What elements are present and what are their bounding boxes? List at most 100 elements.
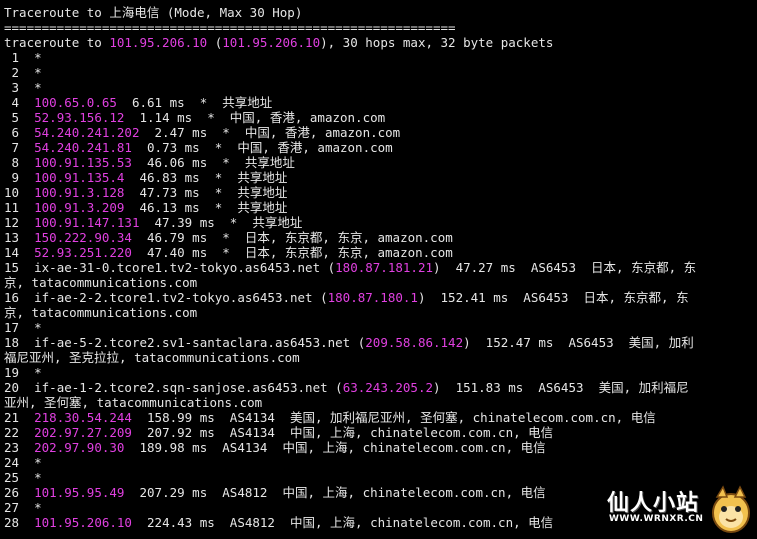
hop-number: 2 — [4, 65, 20, 80]
hop-details: 2.47 ms * 中国, 香港, amazon.com — [139, 125, 401, 140]
hop-row: 22 202.97.27.209 207.92 ms AS4134 中国, 上海… — [4, 425, 757, 440]
hop-details-continued: 京, tatacommunications.com — [4, 275, 198, 290]
hop-number: 19 — [4, 365, 20, 380]
watermark-url: WWW.WRNXR.CN — [609, 514, 704, 524]
hop-details: 189.98 ms AS4134 中国, 上海, chinatelecom.co… — [124, 440, 546, 455]
hop-number: 11 — [4, 200, 20, 215]
hop-ip: 180.87.180.1 — [327, 290, 418, 305]
hop-number: 6 — [4, 125, 20, 140]
hop-row: 4 100.65.0.65 6.61 ms * 共享地址 — [4, 95, 757, 110]
hop-details: 47.39 ms * 共享地址 — [139, 215, 303, 230]
hop-number: 8 — [4, 155, 20, 170]
hop-number: 3 — [4, 80, 20, 95]
hop-number: 5 — [4, 110, 20, 125]
target-ip: 101.95.206.10 — [109, 35, 208, 50]
hop-ip: 180.87.181.21 — [335, 260, 433, 275]
hop-details: * — [34, 80, 42, 95]
hop-details: 207.92 ms AS4134 中国, 上海, chinatelecom.co… — [131, 425, 554, 440]
hop-row: 16 if-ae-2-2.tcore1.tv2-tokyo.as6453.net… — [4, 290, 757, 305]
hop-row: 5 52.93.156.12 1.14 ms * 中国, 香港, amazon.… — [4, 110, 757, 125]
hop-ip: 52.93.156.12 — [34, 110, 125, 125]
hop-number: 18 — [4, 335, 20, 350]
hop-ip: 54.240.241.81 — [34, 140, 132, 155]
hop-number: 9 — [4, 170, 20, 185]
hop-details: 158.99 ms AS4134 美国, 加利福尼亚州, 圣何塞, chinat… — [131, 410, 656, 425]
hop-row: 23 202.97.90.30 189.98 ms AS4134 中国, 上海,… — [4, 440, 757, 455]
hop-ip: 63.243.205.2 — [342, 380, 433, 395]
hop-details: 224.43 ms AS4812 中国, 上海, chinatelecom.co… — [131, 515, 554, 530]
hop-details-continued: 福尼亚州, 圣克拉拉, tatacommunications.com — [4, 350, 300, 365]
hop-number: 7 — [4, 140, 20, 155]
command-line: traceroute to 101.95.206.10 (101.95.206.… — [4, 35, 757, 50]
hop-number: 17 — [4, 320, 20, 335]
hop-number: 15 — [4, 260, 20, 275]
command-suffix: ), 30 hops max, 32 byte packets — [320, 35, 554, 50]
hop-row: 19 * — [4, 365, 757, 380]
hop-row: 7 54.240.241.81 0.73 ms * 中国, 香港, amazon… — [4, 140, 757, 155]
hop-row-continuation: 京, tatacommunications.com — [4, 305, 757, 320]
hop-row: 2 * — [4, 65, 757, 80]
hop-details: 6.61 ms * 共享地址 — [116, 95, 273, 110]
target-ip-resolved: 101.95.206.10 — [222, 35, 321, 50]
command-paren: ( — [207, 35, 223, 50]
hop-details: 46.83 ms * 共享地址 — [124, 170, 288, 185]
hop-hostname: if-ae-1-2.tcore2.sqn-sanjose.as6453.net … — [34, 380, 343, 395]
hop-ip: 209.58.86.142 — [365, 335, 464, 350]
hop-row-continuation: 福尼亚州, 圣克拉拉, tatacommunications.com — [4, 350, 757, 365]
hop-number: 20 — [4, 380, 20, 395]
hop-number: 10 — [4, 185, 20, 200]
hop-number: 21 — [4, 410, 20, 425]
hop-ip: 218.30.54.244 — [34, 410, 132, 425]
hop-number: 4 — [4, 95, 20, 110]
hop-row: 14 52.93.251.220 47.40 ms * 日本, 东京都, 东京,… — [4, 245, 757, 260]
hop-row: 9 100.91.135.4 46.83 ms * 共享地址 — [4, 170, 757, 185]
hop-number: 26 — [4, 485, 20, 500]
hop-ip: 101.95.206.10 — [34, 515, 132, 530]
hop-row-continuation: 亚州, 圣何塞, tatacommunications.com — [4, 395, 757, 410]
hop-hostname: ix-ae-31-0.tcore1.tv2-tokyo.as6453.net ( — [34, 260, 336, 275]
hop-ip: 100.91.3.209 — [34, 200, 125, 215]
hop-number: 27 — [4, 500, 20, 515]
hop-ip: 100.91.147.131 — [34, 215, 140, 230]
hop-ip: 100.65.0.65 — [34, 95, 117, 110]
hop-row: 24 * — [4, 455, 757, 470]
hop-ip: 202.97.27.209 — [34, 425, 132, 440]
hop-ip: 202.97.90.30 — [34, 440, 125, 455]
hop-number: 16 — [4, 290, 20, 305]
hop-number: 14 — [4, 245, 20, 260]
hop-ip: 52.93.251.220 — [34, 245, 132, 260]
hop-number: 1 — [4, 50, 20, 65]
hop-ip: 101.95.95.49 — [34, 485, 125, 500]
hop-details: 207.29 ms AS4812 中国, 上海, chinatelecom.co… — [124, 485, 546, 500]
terminal-output: Traceroute to 上海电信 (Mode, Max 30 Hop) ==… — [0, 0, 757, 539]
hop-number: 25 — [4, 470, 20, 485]
mascot-icon — [712, 485, 750, 533]
hop-row: 10 100.91.3.128 47.73 ms * 共享地址 — [4, 185, 757, 200]
hop-ip: 100.91.135.53 — [34, 155, 132, 170]
hop-ip: 150.222.90.34 — [34, 230, 132, 245]
header-title: Traceroute to 上海电信 (Mode, Max 30 Hop) — [4, 5, 303, 20]
hop-details: 0.73 ms * 中国, 香港, amazon.com — [131, 140, 393, 155]
hop-ip: 54.240.241.202 — [34, 125, 140, 140]
hop-ip: 100.91.135.4 — [34, 170, 125, 185]
hop-row: 8 100.91.135.53 46.06 ms * 共享地址 — [4, 155, 757, 170]
hop-row: 18 if-ae-5-2.tcore2.sv1-santaclara.as645… — [4, 335, 757, 350]
hop-ip: 100.91.3.128 — [34, 185, 125, 200]
hop-details: * — [34, 65, 42, 80]
hop-details: * — [34, 50, 42, 65]
hop-details: 1.14 ms * 中国, 香港, amazon.com — [124, 110, 386, 125]
hop-row: 1 * — [4, 50, 757, 65]
hop-row: 21 218.30.54.244 158.99 ms AS4134 美国, 加利… — [4, 410, 757, 425]
hop-details: 47.73 ms * 共享地址 — [124, 185, 288, 200]
hop-details: * — [34, 500, 42, 515]
command-prefix: traceroute to — [4, 35, 110, 50]
hop-details: ) 152.41 ms AS6453 日本, 东京都, 东 — [417, 290, 689, 305]
hop-number: 12 — [4, 215, 20, 230]
hop-row: 11 100.91.3.209 46.13 ms * 共享地址 — [4, 200, 757, 215]
hop-row: 13 150.222.90.34 46.79 ms * 日本, 东京都, 东京,… — [4, 230, 757, 245]
hop-row-continuation: 京, tatacommunications.com — [4, 275, 757, 290]
hop-details: * — [34, 320, 42, 335]
hop-details: 47.40 ms * 日本, 东京都, 东京, amazon.com — [131, 245, 453, 260]
hop-row: 6 54.240.241.202 2.47 ms * 中国, 香港, amazo… — [4, 125, 757, 140]
hop-number: 28 — [4, 515, 20, 530]
